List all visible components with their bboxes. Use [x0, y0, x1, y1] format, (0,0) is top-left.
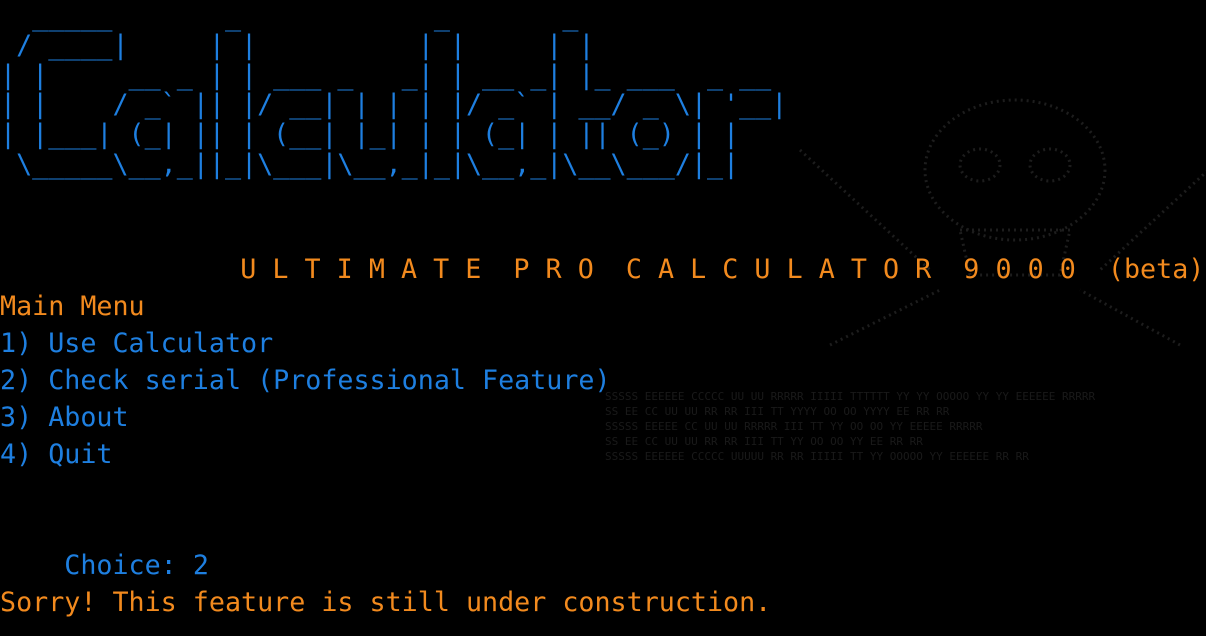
banner-line-4: | | / _` || |/ __| | | | |/ _` | __/ _ \…	[0, 89, 788, 120]
menu-item-quit[interactable]: 4) Quit	[0, 436, 112, 473]
banner-line-3: | | __ _ | | ___ _ _| | __ _| |_ ___ _ _…	[0, 60, 772, 91]
menu-item-about[interactable]: 3) About	[0, 399, 129, 436]
svg-text:SS EE CC UU UU RR RR I: SS EE CC UU UU RR RR III TT YY OO OO YY …	[605, 435, 923, 448]
status-message: Sorry! This feature is still under const…	[0, 587, 772, 618]
menu-item-use-calculator[interactable]: 1) Use Calculator	[0, 325, 273, 362]
terminal-window[interactable]: SSSSS EEEEEE CCCCC UU UU RRRRR IIIII TTT…	[0, 0, 1206, 636]
banner-line-6: \_____\__,_||_|\___|\__,_|_|\__,_|\__\__…	[0, 149, 740, 180]
banner-line-1: _____ _ _ _	[0, 1, 579, 32]
banner-subtitle: U L T I M A T E P R O C A L C U L A T O …	[176, 214, 1204, 325]
banner-line-5: | |___| (_| || | (__| |_| | | (_| | || (…	[0, 119, 740, 150]
svg-text:SSSSS EEEEE CC UU UU RRRRR: SSSSS EEEEE CC UU UU RRRRR III TT YY OO …	[605, 420, 983, 433]
subtitle-text: U L T I M A T E P R O C A L C U L A T O …	[240, 254, 1076, 285]
svg-text:SS EE CC UU UU RR RR: SS EE CC UU UU RR RR III TT YYYY OO OO Y…	[605, 405, 950, 418]
beta-tag: (beta)	[1107, 254, 1205, 285]
svg-text:SSSSS EEEEEE CCCCC UU UU RRRRR: SSSSS EEEEEE CCCCC UU UU RRRRR IIIII TTT…	[605, 390, 1095, 403]
menu-item-check-serial[interactable]: 2) Check serial (Professional Feature)	[0, 362, 611, 399]
menu-title: Main Menu	[0, 291, 145, 322]
banner-line-2: / ____| | | | | | |	[0, 30, 595, 61]
choice-input[interactable]: 2	[193, 550, 209, 581]
choice-label: Choice:	[64, 550, 177, 581]
svg-text:SSSSS EEEEEE CCCCC UUUUU RR RR: SSSSS EEEEEE CCCCC UUUUU RR RR IIIII TT …	[605, 450, 1029, 463]
